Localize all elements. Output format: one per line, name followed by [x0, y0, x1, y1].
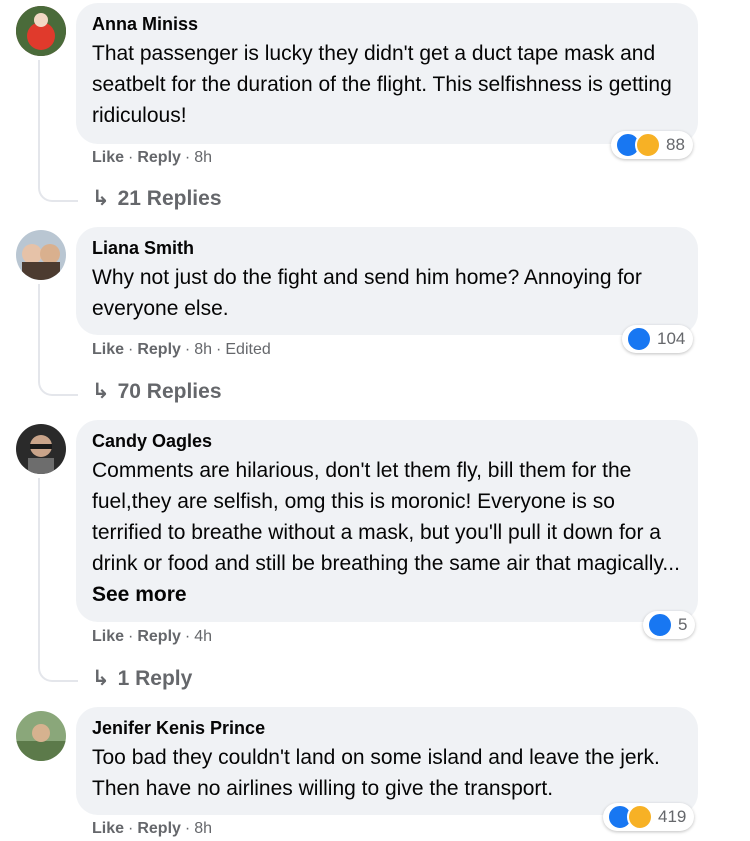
reply-button[interactable]: Reply [137, 149, 181, 166]
comment-author[interactable]: Candy Oagles [92, 430, 682, 452]
view-replies-button[interactable]: ↳ 70 Replies [92, 379, 222, 404]
comment-text: That passenger is lucky they didn't get … [92, 42, 672, 127]
reply-button[interactable]: Reply [137, 820, 181, 837]
timestamp[interactable]: 8h [194, 341, 212, 358]
thread-line [38, 284, 78, 396]
reaction-summary[interactable]: 104 [622, 325, 694, 353]
edited-label: Edited [225, 341, 271, 358]
replies-label: 70 Replies [117, 380, 222, 403]
reply-arrow-icon: ↳ [92, 667, 110, 690]
reply-arrow-icon: ↳ [92, 187, 110, 210]
avatar-image [16, 6, 66, 56]
avatar-image [16, 424, 66, 474]
comment-text-content: Comments are hilarious, don't let them f… [92, 459, 680, 575]
comment-actions: Like · Reply · 8h · Edited [92, 341, 271, 358]
comment-author[interactable]: Anna Miniss [92, 13, 682, 35]
comment-bubble: Anna Miniss That passenger is lucky they… [76, 3, 698, 144]
timestamp[interactable]: 4h [194, 628, 212, 645]
reaction-summary[interactable]: 5 [643, 611, 696, 639]
avatar[interactable] [16, 230, 66, 280]
thread-line [38, 478, 78, 682]
reply-arrow-icon: ↳ [92, 380, 110, 403]
like-icon [626, 326, 652, 352]
like-button[interactable]: Like [92, 820, 124, 837]
comment-bubble: Liana Smith Why not just do the fight an… [76, 227, 698, 335]
comment-text: Why not just do the fight and send him h… [92, 266, 642, 320]
view-replies-button[interactable]: ↳ 1 Reply [92, 666, 192, 691]
reaction-summary[interactable]: 419 [603, 803, 695, 831]
comment-actions: Like · Reply · 8h [92, 820, 213, 837]
avatar[interactable] [16, 6, 66, 56]
reaction-count: 419 [658, 807, 687, 826]
avatar-image [16, 230, 66, 280]
comment-text: Comments are hilarious, don't let them f… [92, 455, 682, 610]
like-button[interactable]: Like [92, 628, 124, 645]
avatar-image [16, 711, 66, 761]
view-replies-button[interactable]: ↳ 21 Replies [92, 186, 222, 211]
comment-text: Too bad they couldn't land on some islan… [92, 746, 660, 800]
comment-bubble: Jenifer Kenis Prince Too bad they couldn… [76, 707, 698, 815]
avatar[interactable] [16, 424, 66, 474]
comment-actions: Like · Reply · 4h [92, 628, 213, 645]
reaction-summary[interactable]: 88 [611, 131, 693, 159]
reply-button[interactable]: Reply [137, 341, 181, 358]
like-icon [647, 612, 673, 638]
haha-icon [627, 804, 653, 830]
reaction-count: 5 [678, 615, 688, 634]
like-button[interactable]: Like [92, 149, 124, 166]
replies-label: 1 Reply [117, 667, 193, 690]
replies-label: 21 Replies [117, 187, 222, 210]
comment-bubble: Candy Oagles Comments are hilarious, don… [76, 420, 698, 622]
reaction-count: 88 [666, 135, 685, 154]
see-more-link[interactable]: See more [92, 583, 187, 606]
comment-author[interactable]: Jenifer Kenis Prince [92, 717, 682, 739]
thread-line [38, 60, 78, 202]
timestamp[interactable]: 8h [194, 149, 212, 166]
haha-icon [635, 132, 661, 158]
reply-button[interactable]: Reply [137, 628, 181, 645]
like-button[interactable]: Like [92, 341, 124, 358]
reaction-count: 104 [657, 329, 686, 348]
comment-actions: Like · Reply · 8h [92, 149, 213, 166]
comment-author[interactable]: Liana Smith [92, 237, 682, 259]
timestamp[interactable]: 8h [194, 820, 212, 837]
avatar[interactable] [16, 711, 66, 761]
